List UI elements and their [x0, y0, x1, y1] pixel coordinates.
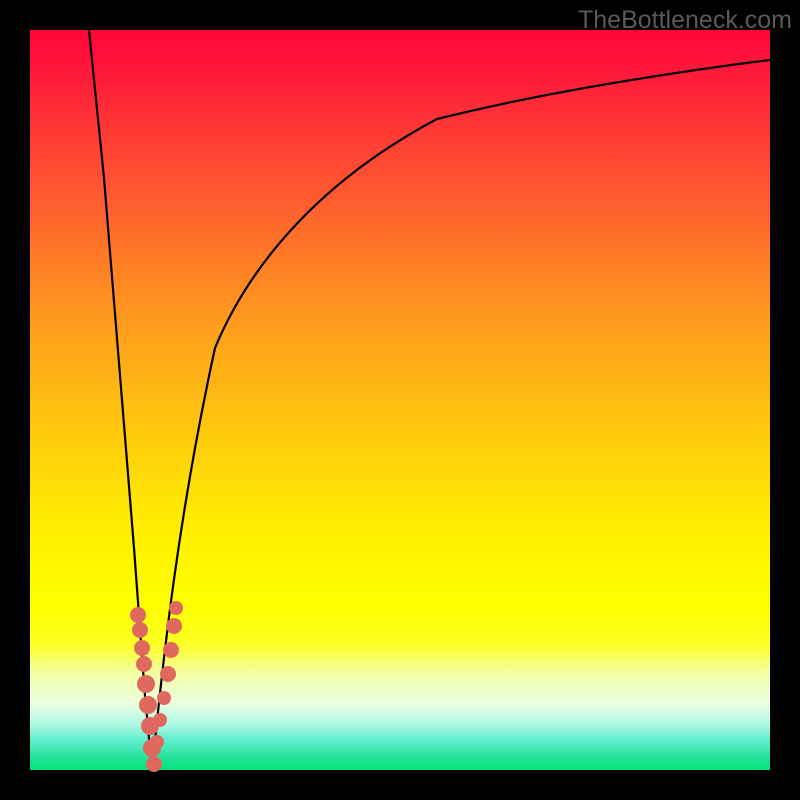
curve-right-branch [152, 60, 770, 770]
watermark-text: TheBottleneck.com [578, 6, 792, 35]
chart-svg [30, 30, 770, 770]
chart-frame: TheBottleneck.com [0, 0, 800, 800]
marker-cluster [130, 601, 183, 772]
